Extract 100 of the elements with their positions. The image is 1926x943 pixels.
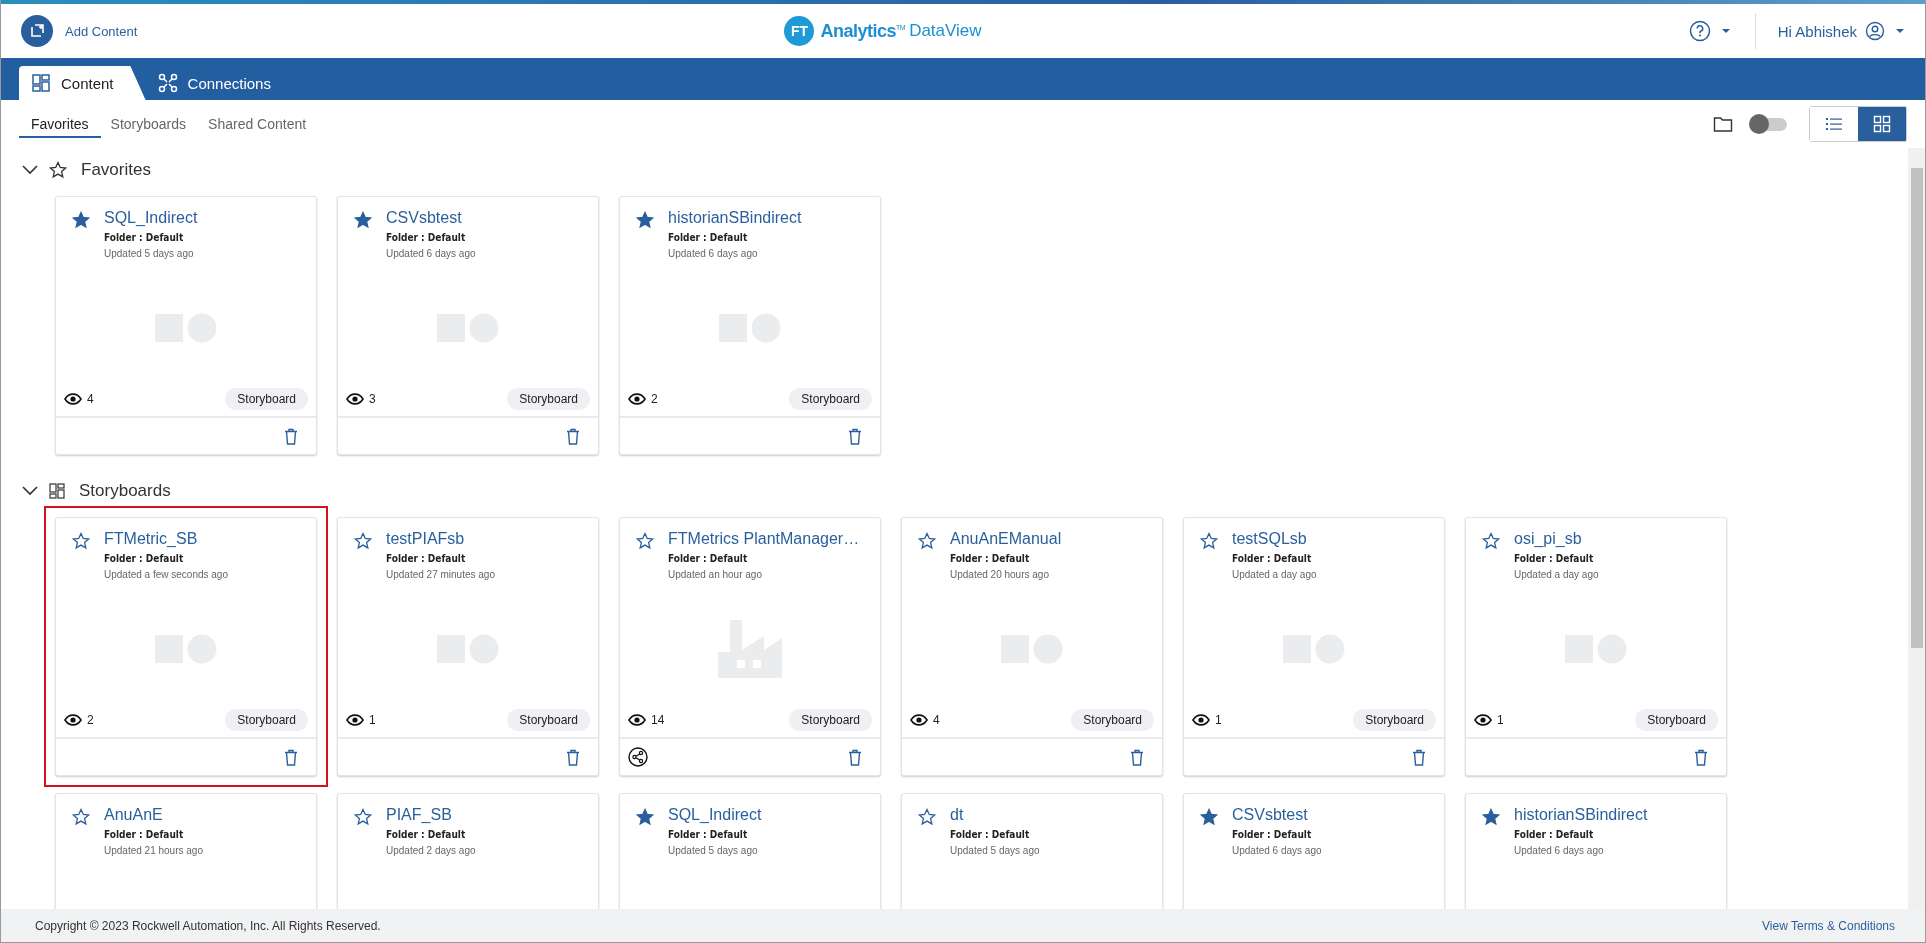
card-title[interactable]: SQL_Indirect <box>104 209 198 227</box>
star-icon[interactable] <box>72 532 90 550</box>
type-tag: Storyboard <box>225 709 308 731</box>
trash-icon[interactable] <box>284 748 298 766</box>
chevron-icon[interactable] <box>21 485 39 497</box>
trash-icon[interactable] <box>1694 748 1708 766</box>
card-title[interactable]: PIAF_SB <box>386 806 476 824</box>
star-icon[interactable] <box>636 532 654 550</box>
toggle-switch[interactable] <box>1749 114 1787 134</box>
content-card[interactable]: AnuAnEManual Folder : Default Updated 20 hours ago 4 Storyboard <box>901 517 1163 776</box>
folder-label: Folder : Default <box>386 829 467 840</box>
folder-label: Folder : Default <box>386 232 467 243</box>
star-icon[interactable] <box>72 211 90 229</box>
folder-label: Folder : Default <box>104 232 185 243</box>
star-icon[interactable] <box>636 808 654 826</box>
content-card[interactable]: historianSBindirect Folder : Default Updated 6 days ago 2 Storyboard <box>619 196 881 455</box>
star-icon <box>49 161 67 179</box>
content-card[interactable]: FTMetric_SB Folder : Default Updated a few seconds ago 2 Storyboard <box>55 517 317 776</box>
grid-view-button[interactable] <box>1858 107 1906 141</box>
folder-label: Folder : Default <box>1514 553 1595 564</box>
share-icon[interactable] <box>628 747 648 767</box>
star-icon[interactable] <box>1482 808 1500 826</box>
star-icon[interactable] <box>1200 808 1218 826</box>
star-icon[interactable] <box>918 808 936 826</box>
section-title: Favorites <box>81 160 151 180</box>
eye-icon <box>64 393 82 405</box>
nav-tab[interactable]: Content <box>19 66 146 100</box>
scrollbar[interactable] <box>1908 148 1925 909</box>
eye-icon <box>346 393 364 405</box>
content-card[interactable]: historianSBindirect Folder : Default Updated 6 days ago <box>1465 793 1727 909</box>
eye-icon <box>910 714 928 726</box>
folder-icon[interactable] <box>1713 115 1733 133</box>
content-card[interactable]: osi_pi_sb Folder : Default Updated a day ago 1 Storyboard <box>1465 517 1727 776</box>
star-icon[interactable] <box>354 808 372 826</box>
updated-time: Updated 6 days ago <box>1514 845 1605 856</box>
star-icon[interactable] <box>918 532 936 550</box>
filter-tab[interactable]: Shared Content <box>196 110 319 138</box>
star-icon[interactable] <box>354 532 372 550</box>
type-tag: Storyboard <box>1353 709 1436 731</box>
type-tag: Storyboard <box>225 388 308 410</box>
trash-icon[interactable] <box>848 427 862 445</box>
card-title[interactable]: CSVsbtest <box>1232 806 1322 824</box>
content-card[interactable]: CSVsbtest Folder : Default Updated 6 days ago 3 Storyboard <box>337 196 599 455</box>
add-content-icon <box>29 23 45 39</box>
card-title[interactable]: FTMetrics PlantManager… <box>668 530 860 548</box>
content-card[interactable]: dt Folder : Default Updated 5 days ago <box>901 793 1163 909</box>
card-title[interactable]: historianSBindirect <box>668 209 802 227</box>
content-card[interactable]: SQL_Indirect Folder : Default Updated 5 days ago <box>619 793 881 909</box>
content-card[interactable]: PIAF_SB Folder : Default Updated 2 days ago <box>337 793 599 909</box>
card-title[interactable]: SQL_Indirect <box>668 806 762 824</box>
card-title[interactable]: dt <box>950 806 1040 824</box>
terms-link[interactable]: View Terms & Conditions <box>1762 918 1895 933</box>
user-icon <box>1865 21 1885 41</box>
content-card[interactable]: testSQLsb Folder : Default Updated a day ago 1 Storyboard <box>1183 517 1445 776</box>
filter-tab[interactable]: Favorites <box>19 110 101 138</box>
filter-tab[interactable]: Storyboards <box>98 110 199 138</box>
user-greeting[interactable]: Hi Abhishek <box>1777 22 1857 40</box>
add-content-button[interactable]: Add Content <box>21 15 138 47</box>
content-card[interactable]: testPIAFsb Folder : Default Updated 27 minutes ago 1 Storyboard <box>337 517 599 776</box>
content-card[interactable]: SQL_Indirect Folder : Default Updated 5 days ago 4 Storyboard <box>55 196 317 455</box>
card-title[interactable]: CSVsbtest <box>386 209 476 227</box>
card-title[interactable]: osi_pi_sb <box>1514 530 1599 548</box>
content-card[interactable]: FTMetrics PlantManager… Folder : Default Updated an hour ago 14 Storyboard <box>619 517 881 776</box>
trash-icon[interactable] <box>848 748 862 766</box>
grid-icon <box>1873 115 1891 133</box>
trash-icon[interactable] <box>1412 748 1426 766</box>
view-count: 1 <box>1215 713 1222 727</box>
view-count: 3 <box>369 392 376 406</box>
logo-brand: Analytics$^{TM}$ <box>820 20 906 42</box>
star-icon[interactable] <box>1482 532 1500 550</box>
card-title[interactable]: testPIAFsb <box>386 530 495 548</box>
card-title[interactable]: historianSBindirect <box>1514 806 1648 824</box>
trash-icon[interactable] <box>566 427 580 445</box>
folder-label: Folder : Default <box>1232 553 1313 564</box>
star-icon[interactable] <box>354 211 372 229</box>
updated-time: Updated 5 days ago <box>950 845 1040 856</box>
content-card[interactable]: CSVsbtest Folder : Default Updated 6 days ago <box>1183 793 1445 909</box>
eye-icon <box>64 714 82 726</box>
trash-icon[interactable] <box>1130 748 1144 766</box>
card-title[interactable]: AnuAnEManual <box>950 530 1062 548</box>
star-icon[interactable] <box>636 211 654 229</box>
list-icon <box>1825 116 1843 132</box>
eye-icon <box>1192 714 1210 726</box>
star-icon[interactable] <box>1200 532 1218 550</box>
card-title[interactable]: testSQLsb <box>1232 530 1317 548</box>
type-tag: Storyboard <box>507 388 590 410</box>
help-icon[interactable] <box>1688 20 1711 42</box>
trash-icon[interactable] <box>566 748 580 766</box>
card-title[interactable]: FTMetric_SB <box>104 530 228 548</box>
type-tag: Storyboard <box>1635 709 1718 731</box>
trash-icon[interactable] <box>284 427 298 445</box>
chevron-icon[interactable] <box>21 164 39 176</box>
updated-time: Updated 2 days ago <box>386 845 476 856</box>
star-icon[interactable] <box>72 808 90 826</box>
nav-tab[interactable]: Connections <box>145 66 287 100</box>
folder-label: Folder : Default <box>668 829 749 840</box>
updated-time: Updated 6 days ago <box>668 248 759 259</box>
content-card[interactable]: AnuAnE Folder : Default Updated 21 hours ago <box>55 793 317 909</box>
updated-time: Updated a day ago <box>1232 569 1317 580</box>
card-title[interactable]: AnuAnE <box>104 806 203 824</box>
